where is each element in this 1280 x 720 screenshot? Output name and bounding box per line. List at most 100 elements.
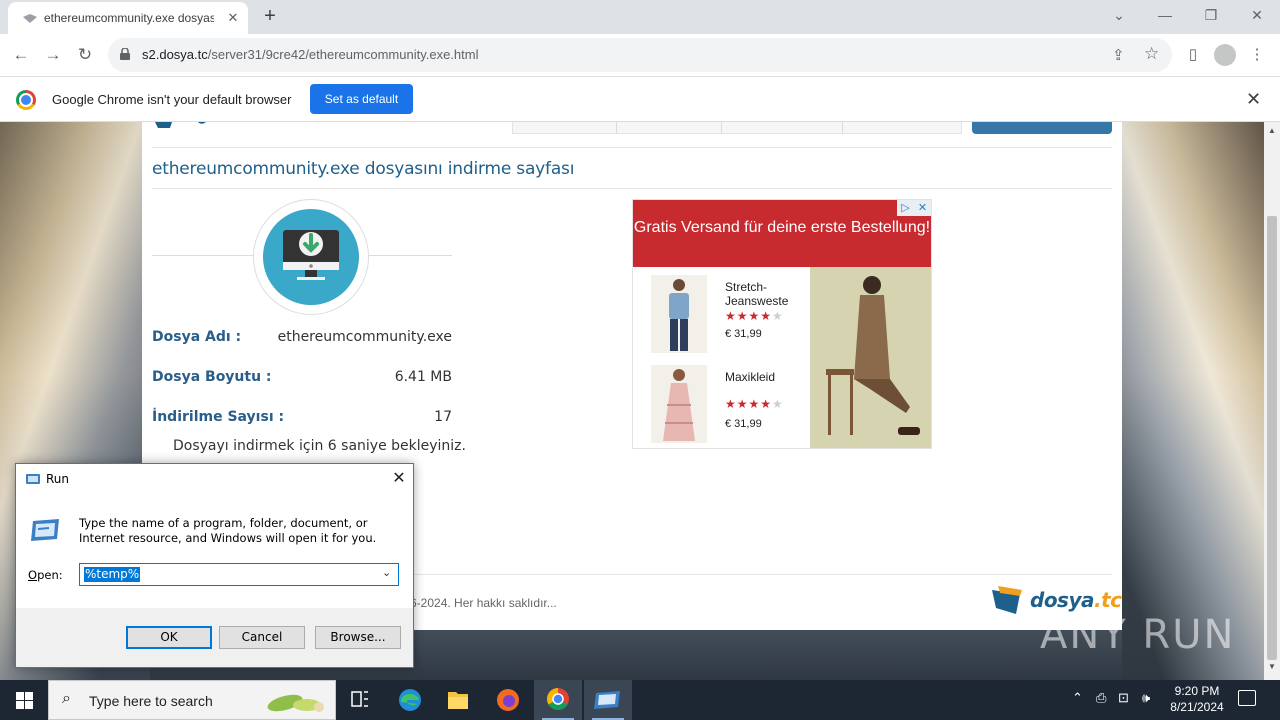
- taskbar: ⌕ Type here to search ⌃ ⎙ ⊡ 🕪 9:20 PM 8/…: [0, 680, 1280, 720]
- run-button-area: OK Cancel Browse...: [16, 608, 413, 667]
- taskbar-search[interactable]: ⌕ Type here to search: [48, 680, 336, 720]
- page-favicon-icon: [23, 14, 37, 23]
- footer-logo-text: dosya.tc: [1030, 588, 1122, 612]
- adchoices-icon[interactable]: ▷: [897, 200, 914, 216]
- open-input-value[interactable]: %temp%: [84, 567, 141, 582]
- product-rating: ★★★★★: [725, 397, 784, 411]
- firefox-icon[interactable]: [484, 680, 532, 720]
- ad-close-icon[interactable]: ✕: [914, 200, 931, 216]
- wait-message: Dosyayı indirmek için 6 saniye bekleyini…: [173, 438, 466, 454]
- ad-model-photo: [810, 267, 931, 448]
- run-titlebar[interactable]: Run ✕: [16, 464, 413, 494]
- site-logo-icon[interactable]: [152, 122, 212, 134]
- search-icon: ⌕: [62, 690, 71, 707]
- tab-strip: ethereumcommunity.exe dosyası ✕ + ⌄ — ❐ …: [0, 0, 1280, 34]
- infobar-message: Google Chrome isn't your default browser: [52, 92, 292, 107]
- divider: [152, 188, 1112, 189]
- browse-button[interactable]: Browse...: [315, 626, 401, 649]
- url-text: s2.dosya.tc/server31/9cre42/ethereumcomm…: [142, 47, 479, 62]
- file-size-label: Dosya Boyutu :: [152, 369, 272, 385]
- ad-choices[interactable]: ▷ ✕: [897, 200, 931, 216]
- forward-icon[interactable]: →: [40, 42, 66, 68]
- product-name: Maxikleid: [725, 370, 776, 384]
- search-highlight-icon: [267, 694, 324, 712]
- file-explorer-icon[interactable]: [434, 680, 482, 720]
- menu-kebab-icon[interactable]: ⋮: [1246, 44, 1268, 66]
- copyright-text: 6-2024. Her hakkı saklıdır...: [410, 596, 557, 610]
- new-tab-button[interactable]: +: [258, 5, 282, 29]
- profile-avatar-icon[interactable]: [1214, 44, 1236, 66]
- anyrun-watermark: ANY RUN: [1040, 612, 1236, 658]
- clock-time: 9:20 PM: [1174, 684, 1220, 698]
- chevron-down-icon[interactable]: ⌄: [382, 566, 391, 579]
- advertisement[interactable]: Gratis Versand für deine erste Bestellun…: [632, 199, 932, 449]
- network-icon[interactable]: ⊡: [1118, 690, 1129, 706]
- scroll-down-icon[interactable]: ▼: [1268, 662, 1276, 671]
- bookmark-star-icon[interactable]: ☆: [1144, 44, 1159, 64]
- file-name-value: ethereumcommunity.exe: [277, 329, 452, 345]
- ok-button[interactable]: OK: [126, 626, 212, 649]
- ad-banner[interactable]: Gratis Versand für deine erste Bestellun…: [633, 200, 931, 267]
- open-combobox[interactable]: %temp% ⌄: [79, 563, 399, 586]
- address-bar[interactable]: s2.dosya.tc/server31/9cre42/ethereumcomm…: [108, 38, 1172, 72]
- clock-date: 8/21/2024: [1170, 700, 1224, 714]
- run-app-icon: [26, 474, 40, 484]
- task-view-icon[interactable]: [336, 680, 384, 720]
- search-placeholder: Type here to search: [89, 693, 213, 709]
- restore-button[interactable]: ❐: [1188, 0, 1234, 30]
- tab-title: ethereumcommunity.exe dosyası: [44, 11, 214, 25]
- page-title: ethereumcommunity.exe dosyasını indirme …: [152, 159, 575, 179]
- ad-product[interactable]: Maxikleid ★★★★★ € 31,99: [633, 357, 810, 447]
- chrome-taskbar-icon[interactable]: [534, 680, 582, 720]
- scroll-thumb[interactable]: [1267, 216, 1277, 660]
- show-hidden-icons[interactable]: ⌃: [1072, 690, 1083, 706]
- product-name: Stretch-Jeansweste: [725, 280, 789, 308]
- back-icon[interactable]: ←: [8, 42, 34, 68]
- start-button[interactable]: [0, 680, 48, 720]
- side-panel-icon[interactable]: ▯: [1182, 44, 1204, 66]
- scroll-up-icon[interactable]: ▲: [1268, 126, 1276, 135]
- site-nav: [512, 122, 962, 134]
- default-browser-infobar: Google Chrome isn't your default browser…: [0, 76, 1280, 122]
- set-as-default-button[interactable]: Set as default: [310, 84, 413, 114]
- page-scrollbar[interactable]: ▲ ▼: [1264, 122, 1280, 680]
- product-price: € 31,99: [725, 328, 762, 340]
- system-clock[interactable]: 9:20 PM 8/21/2024: [1160, 683, 1234, 715]
- download-badge: [253, 199, 369, 315]
- background-image-right: [1122, 122, 1264, 680]
- header-upload-button[interactable]: [972, 122, 1112, 134]
- download-count-value: 17: [434, 409, 452, 425]
- product-image-dress: [651, 365, 707, 443]
- browser-tab[interactable]: ethereumcommunity.exe dosyası ✕: [8, 2, 248, 34]
- product-rating: ★★★★★: [725, 309, 784, 323]
- open-label: Open:: [28, 568, 63, 582]
- minimize-button[interactable]: —: [1142, 0, 1188, 30]
- browser-toolbar: ← → ↻ s2.dosya.tc/server31/9cre42/ethere…: [0, 34, 1280, 76]
- file-name-label: Dosya Adı :: [152, 329, 242, 345]
- notifications-icon[interactable]: [1238, 690, 1256, 706]
- run-title: Run: [46, 472, 70, 486]
- run-description: Type the name of a program, folder, docu…: [79, 516, 377, 545]
- dosya-logo-icon: [992, 586, 1022, 614]
- infobar-close-icon[interactable]: ✕: [1246, 89, 1261, 110]
- product-image-vest: [651, 275, 707, 353]
- tab-search-icon[interactable]: ⌄: [1096, 0, 1142, 30]
- edge-icon[interactable]: [386, 680, 434, 720]
- download-circle: [263, 209, 359, 305]
- meet-now-icon[interactable]: ⎙: [1096, 690, 1106, 706]
- product-price: € 31,99: [725, 418, 762, 430]
- ad-product[interactable]: Stretch-Jeansweste ★★★★★ € 31,99: [633, 267, 810, 357]
- reload-icon[interactable]: ↻: [72, 42, 98, 68]
- volume-icon[interactable]: 🕪: [1142, 690, 1150, 706]
- divider: [152, 147, 1112, 148]
- download-count-label: İndirilme Sayısı :: [152, 409, 285, 425]
- file-size-value: 6.41 MB: [394, 369, 452, 385]
- share-icon[interactable]: ⇪: [1112, 46, 1125, 64]
- computer-download-icon: [283, 230, 339, 280]
- window-close-button[interactable]: ✕: [1234, 0, 1280, 30]
- run-dialog: Run ✕ Type the name of a program, folder…: [15, 463, 414, 668]
- run-close-icon[interactable]: ✕: [388, 468, 410, 490]
- tab-close-icon[interactable]: ✕: [224, 9, 242, 27]
- run-taskbar-icon[interactable]: [584, 680, 632, 720]
- cancel-button[interactable]: Cancel: [219, 626, 305, 649]
